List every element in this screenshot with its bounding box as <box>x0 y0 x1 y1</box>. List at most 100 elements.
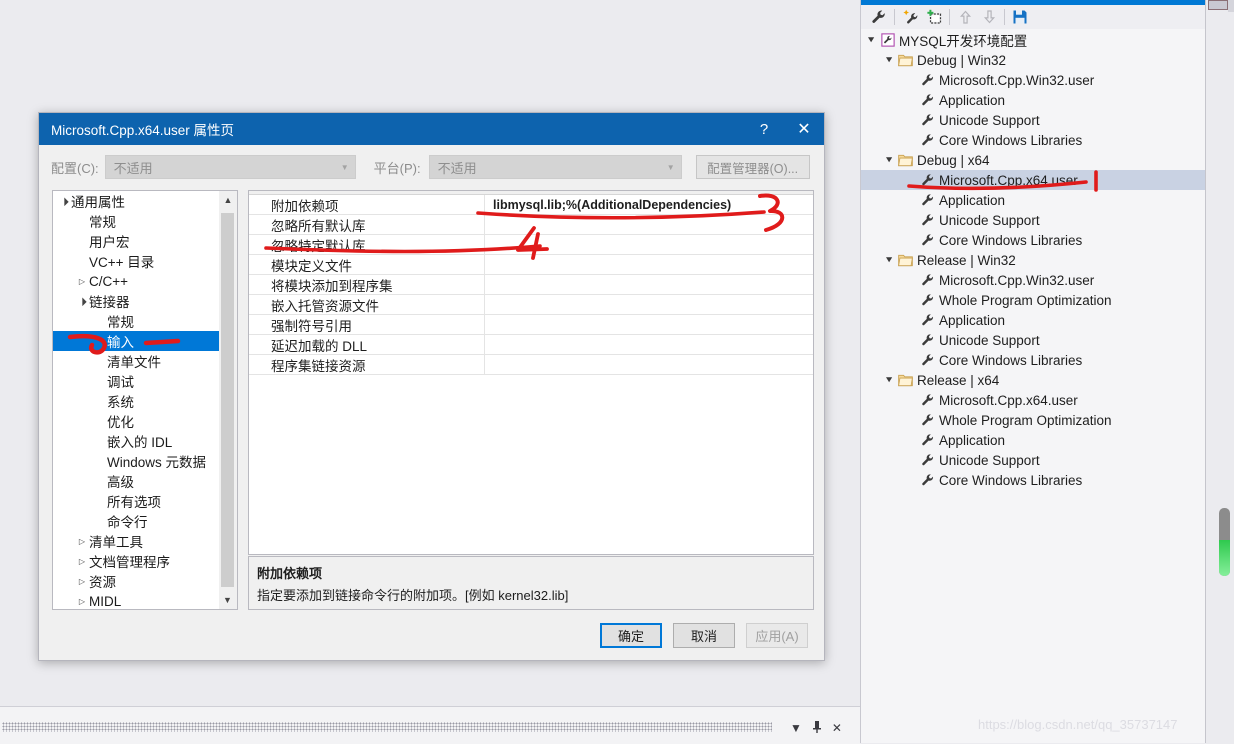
tree-node-2[interactable]: Microsoft.Cpp.Win32.user <box>861 70 1206 90</box>
save-icon[interactable] <box>1008 7 1032 28</box>
property-row[interactable]: 忽略特定默认库 <box>249 234 813 255</box>
nav-item-12[interactable]: 嵌入的 IDL <box>53 431 237 451</box>
nav-scrollbar-thumb[interactable] <box>221 213 234 587</box>
tree-node-12[interactable]: Microsoft.Cpp.Win32.user <box>861 270 1206 290</box>
ide-outer-scrollbar[interactable] <box>1205 0 1234 743</box>
tree-node-7[interactable]: Microsoft.Cpp.x64.user <box>861 170 1206 190</box>
move-down-arrow-icon[interactable] <box>977 7 1001 28</box>
nav-item-label: 通用属性 <box>71 195 125 210</box>
nav-item-1[interactable]: 常规 <box>53 211 237 231</box>
nav-item-2[interactable]: 用户宏 <box>53 231 237 251</box>
tree-node-1[interactable]: Debug | Win32 <box>861 50 1206 70</box>
tree-node-0[interactable]: MYSQL开发环境配置 <box>861 30 1206 50</box>
nav-item-14[interactable]: 高级 <box>53 471 237 491</box>
tree-node-15[interactable]: Unicode Support <box>861 330 1206 350</box>
expander-expanded-icon: ◢ <box>58 195 70 207</box>
tree-node-17[interactable]: Release | x64 <box>861 370 1206 390</box>
tree-node-label: Microsoft.Cpp.Win32.user <box>939 72 1095 88</box>
property-row[interactable]: 程序集链接资源 <box>249 354 813 375</box>
dialog-navigation-tree[interactable]: ◢ 通用属性 常规 用户宏 VC++ 目录 ▷ C/C++ ◢ 链接器 常规 输入 清单文件 调试 系统优… <box>52 190 238 610</box>
move-up-arrow-icon[interactable] <box>953 7 977 28</box>
property-row[interactable]: 强制符号引用 <box>249 314 813 335</box>
tree-node-label: MYSQL开发环境配置 <box>899 34 1028 49</box>
nav-item-20[interactable]: ▷ MIDL <box>53 591 237 609</box>
property-row[interactable]: 嵌入托管资源文件 <box>249 294 813 315</box>
tree-node-20[interactable]: Application <box>861 430 1206 450</box>
property-grid[interactable]: 附加依赖项 libmysql.lib;%(AdditionalDependenci… <box>248 190 814 555</box>
nav-item-label: 系统 <box>107 395 134 410</box>
tree-node-3[interactable]: Application <box>861 90 1206 110</box>
tree-node-18[interactable]: Microsoft.Cpp.x64.user <box>861 390 1206 410</box>
property-manager-tree[interactable]: MYSQL开发环境配置 Debug | Win32 Microsoft.Cpp.Wi… <box>861 30 1206 743</box>
nav-item-label: MIDL <box>89 593 122 609</box>
nav-item-5[interactable]: ◢ 链接器 <box>53 291 237 311</box>
nav-item-8[interactable]: 清单文件 <box>53 351 237 371</box>
tree-node-label: Application <box>939 432 1006 448</box>
expander-expanded-icon[interactable] <box>883 375 896 386</box>
property-row[interactable]: 模块定义文件 <box>249 254 813 275</box>
property-row[interactable]: 忽略所有默认库 <box>249 214 813 235</box>
scroll-up-arrow-icon[interactable]: ▲ <box>219 191 237 209</box>
wrench-icon[interactable] <box>867 7 891 28</box>
apply-button[interactable]: 应用(A) <box>746 623 808 648</box>
nav-item-17[interactable]: ▷ 清单工具 <box>53 531 237 551</box>
close-icon[interactable]: ✕ <box>784 113 824 145</box>
tree-node-21[interactable]: Unicode Support <box>861 450 1206 470</box>
tree-node-label: Unicode Support <box>939 332 1040 348</box>
property-row[interactable]: 附加依赖项 libmysql.lib;%(AdditionalDependenci… <box>249 194 813 215</box>
nav-item-11[interactable]: 优化 <box>53 411 237 431</box>
nav-item-13[interactable]: Windows 元数据 <box>53 451 237 471</box>
nav-item-6[interactable]: 常规 <box>53 311 237 331</box>
nav-tree-scrollbar[interactable]: ▲ ▼ <box>219 190 238 610</box>
nav-item-16[interactable]: 命令行 <box>53 511 237 531</box>
add-property-sheet-icon[interactable] <box>922 7 946 28</box>
nav-item-4[interactable]: ▷ C/C++ <box>53 271 237 291</box>
panel-grip-handle[interactable] <box>2 722 772 732</box>
wrench-icon <box>918 353 937 367</box>
tree-node-5[interactable]: Core Windows Libraries <box>861 130 1206 150</box>
nav-item-10[interactable]: 系统 <box>53 391 237 411</box>
tree-node-13[interactable]: Whole Program Optimization <box>861 290 1206 310</box>
nav-item-7[interactable]: 输入 <box>53 331 237 351</box>
nav-item-18[interactable]: ▷ 文档管理程序 <box>53 551 237 571</box>
cancel-button[interactable]: 取消 <box>673 623 735 648</box>
expander-expanded-icon[interactable] <box>883 55 896 66</box>
tree-node-16[interactable]: Core Windows Libraries <box>861 350 1206 370</box>
tree-node-10[interactable]: Core Windows Libraries <box>861 230 1206 250</box>
tree-node-label: Debug | x64 <box>917 152 990 168</box>
config-combobox[interactable]: 不适用 ▼ <box>104 155 356 179</box>
wrench-icon <box>918 433 937 447</box>
scroll-down-arrow-icon[interactable]: ▼ <box>219 591 236 609</box>
scrollbar-thumb[interactable] <box>1219 508 1230 576</box>
expander-expanded-icon[interactable] <box>865 35 878 46</box>
folder-icon <box>896 254 915 267</box>
property-row[interactable]: 将模块添加到程序集 <box>249 274 813 295</box>
tree-node-4[interactable]: Unicode Support <box>861 110 1206 130</box>
ok-button[interactable]: 确定 <box>600 623 662 648</box>
property-row[interactable]: 延迟加载的 DLL <box>249 334 813 355</box>
nav-item-15[interactable]: 所有选项 <box>53 491 237 511</box>
help-icon[interactable]: ? <box>744 113 784 145</box>
tree-node-8[interactable]: Application <box>861 190 1206 210</box>
nav-item-9[interactable]: 调试 <box>53 371 237 391</box>
tree-node-9[interactable]: Unicode Support <box>861 210 1206 230</box>
nav-item-3[interactable]: VC++ 目录 <box>53 251 237 271</box>
nav-item-19[interactable]: ▷ 资源 <box>53 571 237 591</box>
config-manager-button[interactable]: 配置管理器(O)... <box>695 155 810 179</box>
property-value[interactable]: libmysql.lib;%(AdditionalDependencies) <box>485 198 813 212</box>
wrench-sparkle-icon[interactable] <box>898 7 922 28</box>
expander-expanded-icon[interactable] <box>883 155 896 166</box>
tree-node-11[interactable]: Release | Win32 <box>861 250 1206 270</box>
folder-icon <box>896 154 915 167</box>
tree-node-19[interactable]: Whole Program Optimization <box>861 410 1206 430</box>
tree-node-22[interactable]: Core Windows Libraries <box>861 470 1206 490</box>
expander-expanded-icon[interactable] <box>883 255 896 266</box>
platform-combobox[interactable]: 不适用 ▼ <box>428 155 682 179</box>
pin-icon[interactable] <box>812 721 822 735</box>
close-icon[interactable]: ✕ <box>832 722 842 734</box>
tree-node-14[interactable]: Application <box>861 310 1206 330</box>
nav-item-0[interactable]: ◢ 通用属性 <box>53 191 237 211</box>
chevron-down-icon[interactable]: ▼ <box>790 722 802 734</box>
nav-item-label: 清单工具 <box>89 535 143 550</box>
tree-node-6[interactable]: Debug | x64 <box>861 150 1206 170</box>
